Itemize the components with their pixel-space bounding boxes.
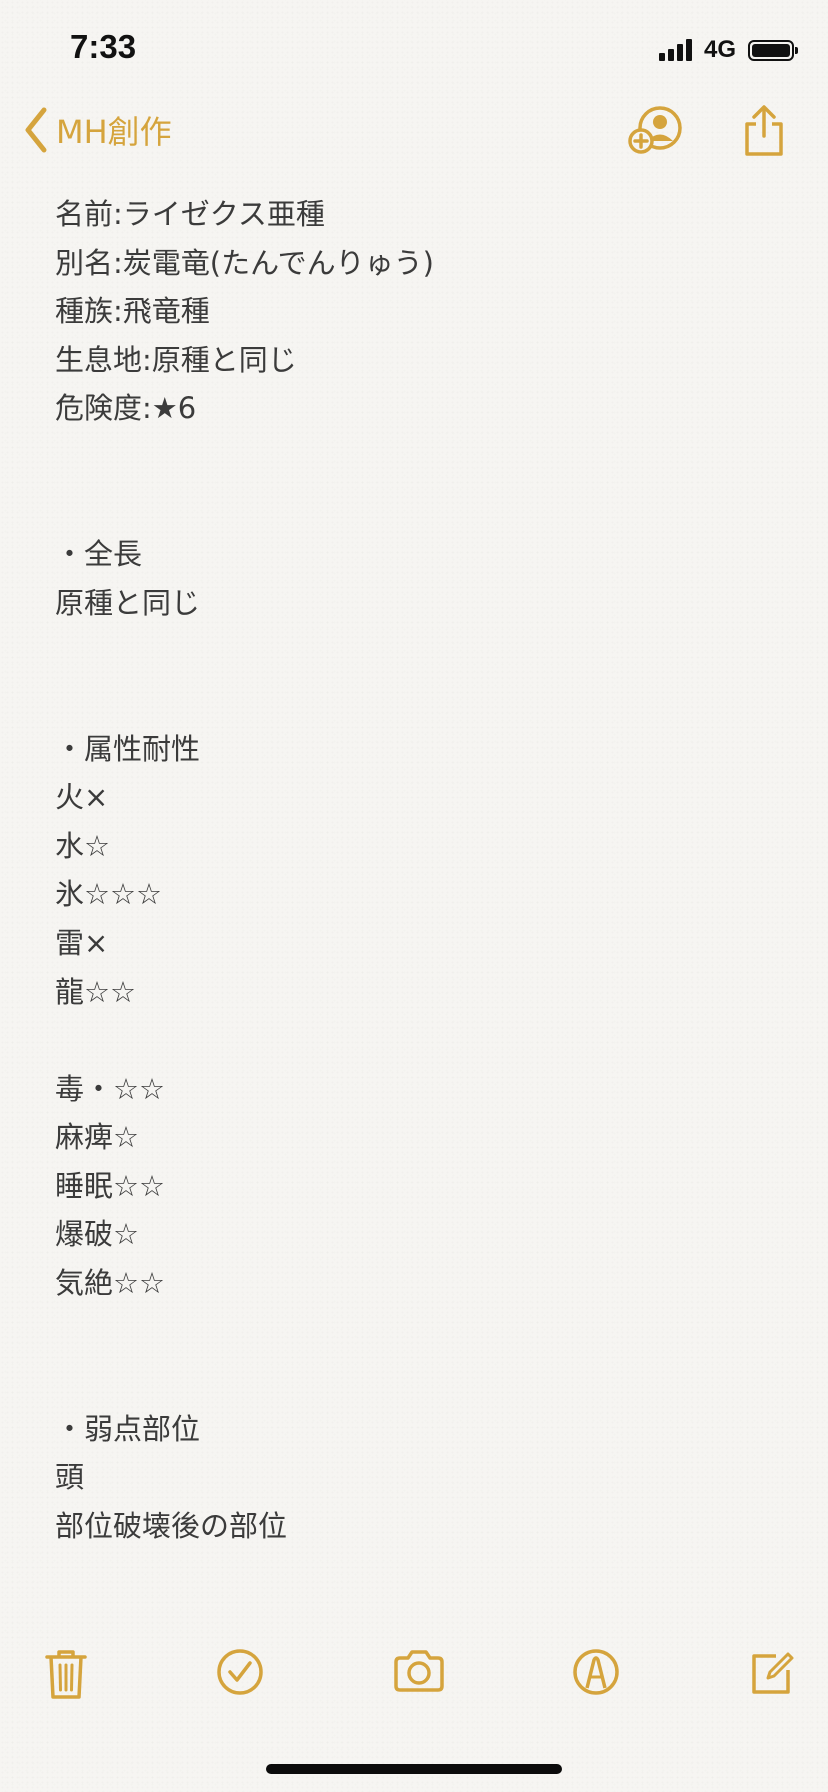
note-line: ・属性耐性	[55, 731, 201, 766]
note-line: 麻痺☆	[55, 1120, 139, 1155]
battery-icon	[748, 39, 798, 61]
note-line: 爆破☆	[55, 1217, 139, 1252]
note-body[interactable]: 名前:ライゼクス亜種別名:炭電竜(たんでんりゅう) 種族:飛竜種生息地:原種と同じ…	[55, 190, 795, 1551]
note-line: ・弱点部位	[55, 1411, 201, 1446]
note-line	[55, 676, 795, 725]
note-line: 別名:炭電竜(たんでんりゅう)	[55, 245, 434, 280]
note-line: 名前:ライゼクス亜種	[55, 197, 325, 231]
note-line: 毒・☆☆	[55, 1071, 165, 1106]
note-line: 水☆	[55, 828, 110, 863]
note-line: 龍☆☆	[55, 974, 136, 1009]
note-line: 部位破壊後の部位	[55, 1509, 288, 1544]
signal-strength-icon	[658, 39, 692, 61]
back-button[interactable]: MH創作	[22, 106, 172, 154]
note-line: 火×	[55, 780, 109, 815]
note-line: 気絶☆☆	[55, 1266, 165, 1301]
note-line: 氷☆☆☆	[55, 877, 162, 912]
note-line: 原種と同じ	[55, 585, 201, 620]
note-line: 危険度:★6	[55, 391, 197, 426]
note-line	[55, 627, 795, 676]
chevron-left-icon	[25, 107, 47, 153]
status-bar: 7:33 4G	[0, 0, 828, 100]
camera-button[interactable]	[392, 1648, 446, 1698]
back-button-label: MH創作	[56, 113, 172, 151]
status-time: 7:33	[70, 28, 137, 65]
network-type-label: 4G	[703, 36, 736, 63]
checkmark-circle-icon	[217, 1649, 263, 1695]
bottom-toolbar	[0, 1648, 828, 1708]
note-line	[55, 1016, 795, 1065]
checklist-button[interactable]	[216, 1648, 264, 1700]
share-button[interactable]	[742, 104, 786, 162]
note-line: 頭	[55, 1460, 85, 1495]
note-line: 雷×	[55, 925, 109, 960]
note-line	[55, 1308, 795, 1357]
status-indicators: 4G	[658, 36, 798, 64]
note-line: ・全長	[55, 537, 143, 572]
delete-button[interactable]	[44, 1648, 88, 1704]
note-line: 種族:飛竜種	[55, 294, 210, 329]
markup-button[interactable]	[572, 1648, 620, 1700]
pen-tip-icon	[573, 1649, 619, 1695]
note-line: 睡眠☆☆	[55, 1168, 165, 1203]
add-people-button[interactable]	[628, 104, 686, 160]
compose-icon	[752, 1652, 794, 1694]
note-line	[55, 1356, 795, 1405]
camera-icon	[394, 1650, 444, 1692]
note-line	[55, 433, 795, 482]
home-indicator	[266, 1764, 562, 1774]
trash-icon	[45, 1650, 87, 1699]
add-person-icon	[628, 106, 682, 154]
note-line	[55, 482, 795, 531]
compose-button[interactable]	[748, 1648, 796, 1700]
share-icon	[745, 105, 783, 156]
navigation-bar: MH創作	[0, 100, 828, 164]
note-line: 生息地:原種と同じ	[55, 342, 297, 377]
